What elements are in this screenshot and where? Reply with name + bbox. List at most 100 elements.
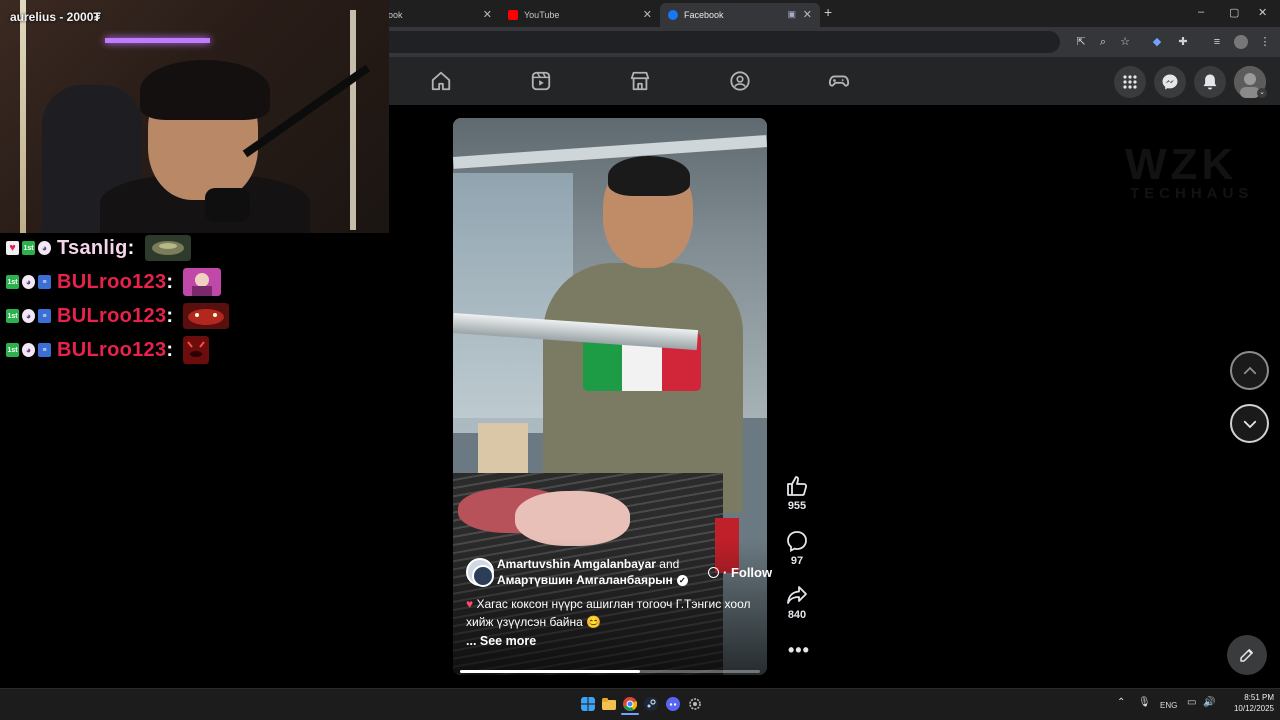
notifications-button[interactable] — [1194, 66, 1226, 98]
chrome-icon[interactable] — [623, 697, 637, 711]
tab-previous[interactable]: ook ✕ — [380, 3, 500, 27]
chat-separator: : — [166, 338, 174, 361]
author-and-text: and — [659, 557, 680, 571]
network-icon[interactable]: ▭ — [1187, 697, 1196, 708]
reel-authors: Amartuvshin Amgalanbayar and — [497, 557, 679, 571]
tab-youtube[interactable]: YouTube ✕ — [500, 3, 660, 27]
comment-icon — [787, 531, 807, 552]
home-icon[interactable] — [430, 70, 452, 92]
gaming-icon[interactable] — [828, 70, 850, 92]
channel-watermark: WZK — [1125, 140, 1238, 189]
chat-separator: : — [127, 236, 135, 259]
close-tab-icon[interactable]: ✕ — [643, 8, 652, 21]
bookmark-star-icon[interactable]: ☆ — [1118, 35, 1132, 49]
mask-badge-icon: ◕ — [38, 241, 51, 255]
caption-emoji: 😊 — [586, 615, 602, 629]
menu-grid-icon — [1123, 75, 1137, 89]
volume-icon[interactable]: 🔊 — [1203, 697, 1215, 708]
like-button[interactable]: 955 — [782, 474, 812, 512]
facebook-favicon-icon — [668, 10, 678, 20]
minimize-button[interactable]: – — [1198, 6, 1204, 18]
tray-overflow-chevron-icon[interactable]: ⌃ — [1117, 697, 1125, 708]
like-count: 955 — [787, 500, 807, 512]
zoom-icon[interactable]: ⌕ — [1096, 35, 1110, 49]
tab-facebook[interactable]: Facebook ▣ ✕ — [660, 3, 820, 27]
maximize-button[interactable]: ▢ — [1229, 6, 1239, 19]
caption-text: Хагас коксон нүүрс ашиглан тогооч Г.Тэнг… — [466, 597, 751, 629]
first-badge-icon: 1st — [6, 309, 19, 323]
compose-icon — [1240, 649, 1253, 662]
verified-badge-icon: ✓ — [676, 574, 688, 586]
extensions-puzzle-icon[interactable]: ✚ — [1176, 35, 1190, 49]
cam-microphone — [205, 188, 250, 222]
tab-label: YouTube — [524, 10, 560, 20]
file-explorer-icon[interactable] — [602, 697, 616, 711]
marketplace-icon[interactable] — [629, 70, 651, 92]
media-control-icon[interactable]: ≡ — [1210, 35, 1224, 49]
chat-username: BULroo123 — [57, 338, 167, 361]
more-options-icon[interactable]: ••• — [788, 640, 810, 661]
extension-icon[interactable]: ◆ — [1150, 35, 1164, 49]
groups-icon[interactable] — [729, 70, 751, 92]
reel-video-player[interactable] — [453, 118, 767, 675]
youtube-favicon-icon — [508, 10, 518, 20]
coauthor-row: Амартүвшин Амгаланбаярын ✓ — [497, 573, 688, 587]
coauthor-avatar[interactable] — [472, 565, 494, 587]
discord-icon[interactable] — [666, 697, 680, 711]
account-chevron-down-icon[interactable]: ⌄ — [1257, 88, 1267, 98]
next-reel-button[interactable] — [1230, 404, 1269, 443]
follow-label: · Follow — [723, 565, 773, 580]
profile-icon[interactable] — [1234, 35, 1248, 49]
language-indicator[interactable]: ENG — [1160, 701, 1177, 710]
share-button[interactable]: 840 — [782, 583, 812, 621]
messenger-button[interactable] — [1154, 66, 1186, 98]
video-progress-fill — [460, 670, 640, 673]
chat-emote — [183, 268, 222, 296]
reels-icon[interactable] — [530, 70, 552, 92]
new-tab-button[interactable]: + — [824, 4, 832, 20]
cam-light-right — [350, 10, 356, 230]
steam-icon[interactable] — [644, 697, 658, 711]
previous-reel-button[interactable] — [1230, 351, 1269, 390]
cam-neon-light — [105, 38, 210, 43]
reel-caption: ♥ Хагас коксон нүүрс ашиглан тогооч Г.Тэ… — [466, 595, 756, 631]
chat-message: 1st ◕ ≡ BULroo123 : — [6, 301, 230, 331]
settings-gear-icon[interactable] — [688, 697, 702, 711]
close-tab-icon[interactable]: ✕ — [803, 8, 812, 21]
channel-watermark-sub: TECHHAUS — [1130, 185, 1254, 202]
cam-light-left — [20, 0, 26, 233]
install-app-icon[interactable]: ⇱ — [1074, 35, 1088, 49]
mask-badge-icon: ◕ — [22, 275, 35, 289]
active-app-indicator — [621, 713, 639, 715]
chevron-up-icon — [1243, 366, 1256, 374]
menu-grid-button[interactable] — [1114, 66, 1146, 98]
chat-emote — [183, 336, 210, 364]
video-person-hair — [608, 156, 690, 196]
tab-label: Facebook — [684, 10, 724, 20]
chat-username: BULroo123 — [57, 304, 167, 327]
microphone-icon[interactable]: 🎙 — [1138, 697, 1151, 708]
share-count: 840 — [787, 609, 807, 621]
browser-menu-icon[interactable]: ⋮ — [1258, 35, 1272, 49]
author-name-link[interactable]: Amartuvshin Amgalanbayar — [497, 557, 656, 571]
start-icon[interactable] — [581, 697, 595, 711]
comment-button[interactable]: 97 — [782, 529, 812, 567]
compose-message-button[interactable] — [1227, 635, 1267, 675]
flag-badge-icon: ≡ — [38, 343, 51, 357]
globe-icon — [708, 567, 719, 578]
close-window-button[interactable]: ✕ — [1258, 6, 1267, 19]
overlay-title: aurelius - 2000₮ — [10, 10, 101, 24]
video-cardboard-box — [478, 423, 528, 478]
clock-time: 8:51 PM — [1244, 693, 1274, 702]
coauthor-name-link[interactable]: Амартүвшин Амгаланбаярын — [497, 573, 673, 587]
taskbar-clock[interactable]: 8:51 PM 10/12/2025 — [1224, 692, 1274, 714]
see-more-link[interactable]: ... See more — [466, 634, 536, 648]
first-badge-icon: 1st — [22, 241, 35, 255]
comment-count: 97 — [790, 555, 804, 567]
tab-label: ook — [388, 10, 403, 20]
chat-username: BULroo123 — [57, 270, 167, 293]
first-badge-icon: 1st — [6, 275, 19, 289]
close-tab-icon[interactable]: ✕ — [483, 8, 492, 21]
heart-emoji-icon: ♥ — [466, 597, 474, 611]
follow-button[interactable]: · Follow — [708, 565, 772, 580]
